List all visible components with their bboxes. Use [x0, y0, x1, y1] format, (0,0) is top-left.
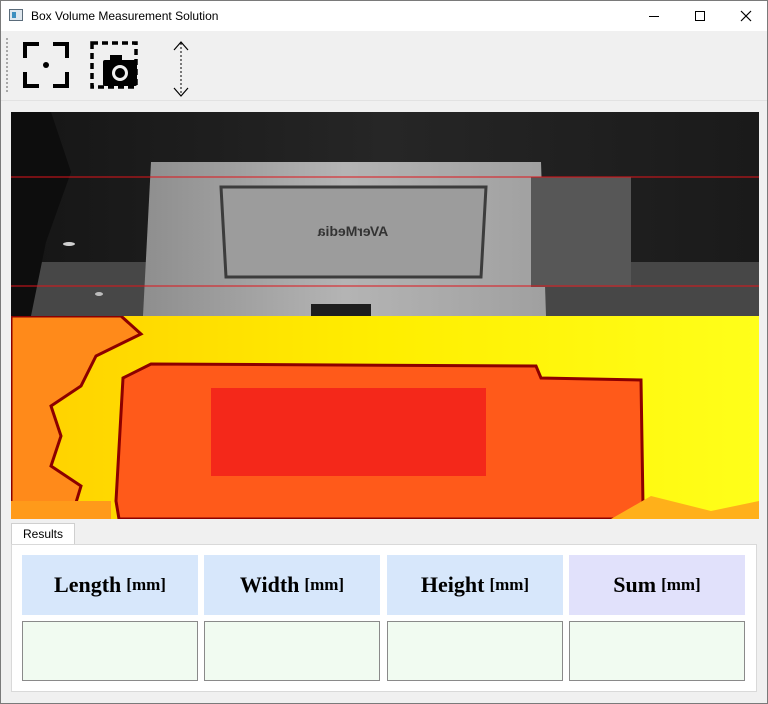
toolbar-grip[interactable]: [6, 38, 10, 92]
camera-preview: AVerMedia: [11, 112, 759, 316]
results-panel: Length [mm] Width [mm] Height [mm] Sum […: [11, 544, 757, 692]
maximize-button[interactable]: [677, 1, 723, 31]
vertical-arrows-icon: [173, 41, 189, 97]
maximize-icon: [695, 11, 705, 21]
length-header: Length [mm]: [22, 555, 198, 615]
width-label: Width: [239, 572, 300, 597]
width-unit: [mm]: [304, 575, 345, 594]
height-label: Height: [420, 572, 485, 597]
sum-unit: [mm]: [661, 575, 701, 594]
minimize-icon: [649, 16, 659, 17]
tab-results[interactable]: Results: [11, 523, 75, 545]
focus-frame-icon: [23, 42, 69, 88]
sum-header: Sum [mm]: [569, 555, 745, 615]
length-label: Length: [54, 572, 122, 597]
height-unit: [mm]: [489, 575, 530, 594]
width-header: Width [mm]: [204, 555, 380, 615]
box-label-text: AVerMedia: [318, 223, 389, 239]
close-button[interactable]: [723, 1, 768, 31]
app-window: Box Volume Measurement Solution AVerMedi…: [0, 0, 768, 704]
toolbar: [1, 32, 767, 101]
close-icon: [740, 10, 752, 22]
depth-preview: [9, 314, 759, 521]
window-title: Box Volume Measurement Solution: [31, 9, 219, 23]
height-header: Height [mm]: [387, 555, 563, 615]
focus-button[interactable]: [21, 40, 71, 95]
capture-camera-icon: [90, 41, 138, 89]
length-value: [22, 621, 198, 681]
sum-label: Sum: [613, 572, 657, 597]
app-icon: [9, 9, 23, 21]
capture-button[interactable]: [89, 40, 141, 97]
minimize-button[interactable]: [631, 1, 677, 31]
height-value: [387, 621, 563, 681]
sum-value: [569, 621, 745, 681]
title-bar: Box Volume Measurement Solution: [1, 1, 767, 31]
width-value: [204, 621, 380, 681]
height-adjust-button[interactable]: [169, 40, 193, 103]
length-unit: [mm]: [126, 575, 166, 594]
